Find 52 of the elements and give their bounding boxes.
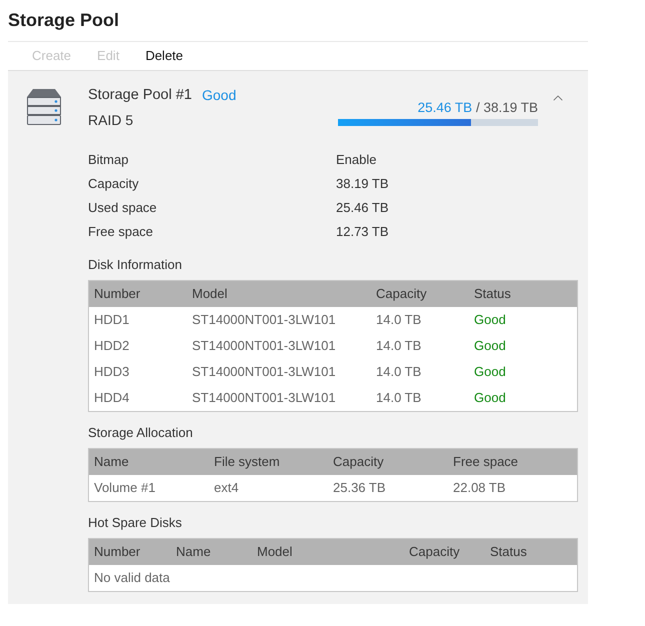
- table-cell-text: HDD4: [93, 389, 130, 408]
- raid-level: RAID 5: [88, 111, 134, 130]
- table-cell-text: 14.0 TB: [375, 389, 422, 408]
- table-cell-text: HDD3: [93, 363, 130, 382]
- table-cell-text: HDD2: [93, 337, 130, 356]
- table-cell-text: Volume #1: [93, 479, 156, 498]
- section-title: Hot Spare Disks: [88, 514, 182, 532]
- table-cell-text: 14.0 TB: [375, 311, 422, 330]
- column-header: Model: [256, 543, 294, 562]
- property-value: 38.19 TB: [336, 175, 389, 194]
- table-cell-text: 25.36 TB: [332, 479, 387, 498]
- status-text: Good: [473, 363, 507, 382]
- table-cell-text: 22.08 TB: [452, 479, 507, 498]
- empty-message: No valid data: [93, 569, 170, 588]
- column-header: Capacity: [375, 285, 428, 304]
- column-header: Free space: [452, 453, 520, 472]
- status-text: Good: [473, 337, 507, 356]
- column-header: Capacity: [408, 543, 461, 562]
- storage-server-icon: [27, 89, 61, 125]
- table-cell-text: ext4: [213, 479, 240, 498]
- column-header: File system: [213, 453, 281, 472]
- column-header: Number: [93, 285, 142, 304]
- table-cell-text: ST14000NT001-3LW101: [191, 389, 337, 408]
- column-header: Model: [191, 285, 228, 304]
- property-value: 25.46 TB: [336, 199, 389, 218]
- property-label: Used space: [88, 199, 158, 218]
- property-value: 12.73 TB: [336, 223, 389, 242]
- section-title: Storage Allocation: [88, 424, 193, 442]
- page-title: Storage Pool: [8, 9, 120, 32]
- section-title: Disk Information: [88, 256, 182, 274]
- status-text: Good: [473, 389, 507, 408]
- table-cell-text: ST14000NT001-3LW101: [191, 363, 337, 382]
- property-value: Enable: [336, 151, 376, 170]
- column-header: Name: [93, 453, 130, 472]
- property-label: Free space: [88, 223, 154, 242]
- table-cell-text: ST14000NT001-3LW101: [191, 337, 337, 356]
- toolbar-button[interactable]: Delete: [132, 42, 196, 70]
- table-cell-text: 14.0 TB: [375, 363, 422, 382]
- column-header: Status: [473, 285, 512, 304]
- usage-reading: 25.46 TB / 38.19 TB: [418, 99, 538, 117]
- column-header: Capacity: [332, 453, 385, 472]
- column-header: Number: [93, 543, 142, 562]
- table-cell-text: HDD1: [93, 311, 130, 330]
- table-cell-text: ST14000NT001-3LW101: [191, 311, 337, 330]
- property-label: Capacity: [88, 175, 140, 194]
- pool-name: Storage Pool #1: [88, 86, 192, 105]
- table-cell-text: 14.0 TB: [375, 337, 422, 356]
- column-header: Name: [175, 543, 212, 562]
- column-header: Status: [489, 543, 528, 562]
- status-text: Good: [473, 311, 507, 330]
- status-label: Good: [202, 86, 236, 105]
- property-label: Bitmap: [88, 151, 130, 170]
